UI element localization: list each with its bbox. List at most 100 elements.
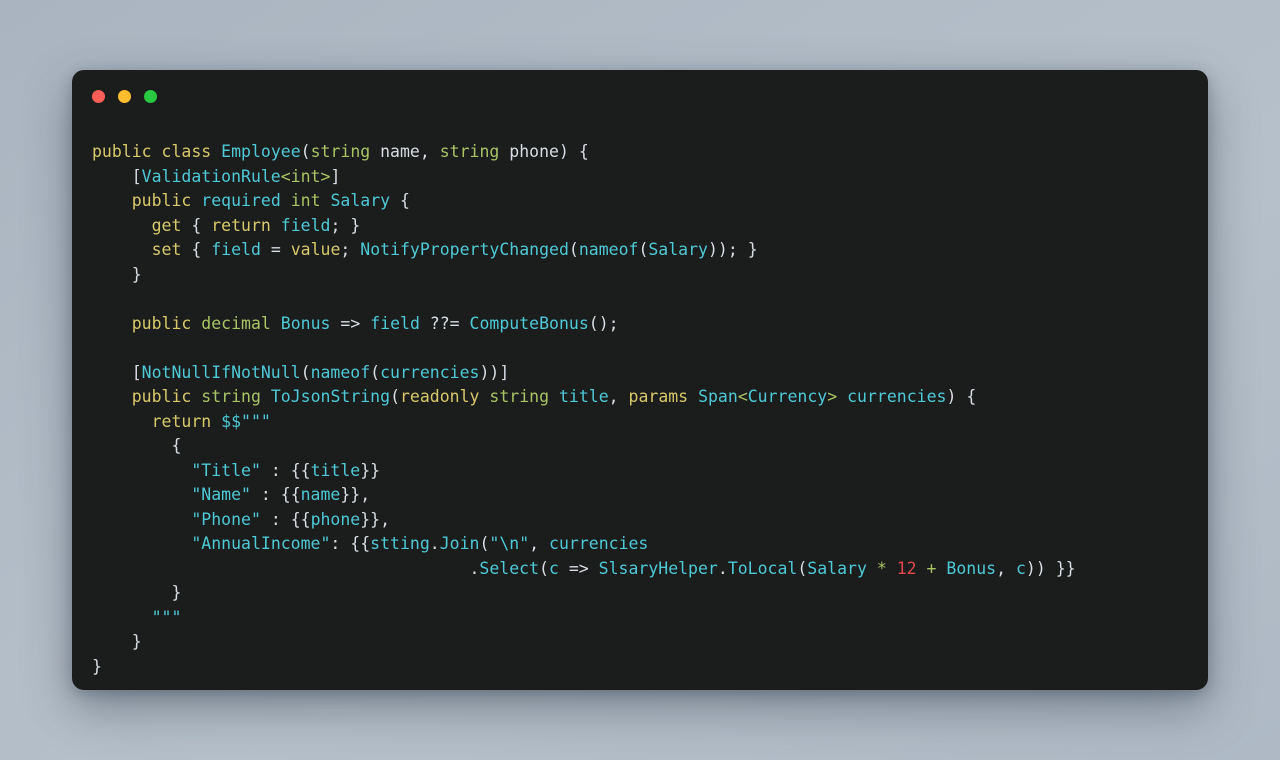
code-token: . — [92, 558, 480, 578]
code-token: name — [300, 485, 341, 504]
code-token: , — [419, 142, 440, 161]
code-token: ValidationRule — [141, 166, 281, 186]
code-token: ; } — [330, 215, 361, 235]
code-token: Salary — [330, 191, 391, 210]
window-titlebar — [72, 70, 1208, 122]
minimize-window-button[interactable] — [118, 89, 131, 103]
code-token: nameof — [578, 240, 639, 259]
code-line: } — [92, 632, 142, 651]
code-token: , — [529, 534, 550, 553]
code-token: int — [290, 191, 321, 210]
code-token: < — [280, 166, 291, 186]
code-token: )); } — [707, 240, 758, 259]
code-line: { — [92, 436, 181, 455]
code-line: "Phone" : {{phone}}, — [92, 510, 390, 529]
code-token: """ — [241, 411, 271, 431]
code-token: currencies — [549, 534, 649, 553]
code-token: Salary — [807, 558, 867, 578]
code-token: c — [548, 558, 559, 578]
code-token: Bonus — [946, 558, 997, 578]
code-token: { — [390, 191, 410, 210]
code-token: => — [330, 313, 371, 333]
code-token: ( — [300, 362, 311, 382]
screenshot-stage: public class Employee(string name, strin… — [0, 0, 1280, 760]
code-token: readonly — [400, 387, 480, 406]
code-token: stting — [370, 534, 430, 553]
code-token: * — [876, 558, 887, 578]
code-token: Span — [698, 387, 738, 406]
code-line: "Title" : {{title}} — [92, 461, 380, 480]
code-token: required — [201, 191, 281, 210]
code-token: public — [131, 313, 192, 333]
code-token: { — [181, 240, 212, 259]
code-token: public — [131, 387, 192, 406]
code-token: Join — [439, 534, 480, 553]
code-line: } — [92, 657, 102, 676]
code-token: . — [429, 534, 440, 553]
code-token: return — [211, 215, 271, 235]
code-token: : {{ — [260, 509, 311, 529]
source-code[interactable]: public class Employee(string name, strin… — [92, 140, 1188, 679]
code-token: (); — [588, 313, 619, 333]
code-line: "AnnualIncome": {{stting.Join("\n", curr… — [92, 534, 648, 553]
code-token: : {{ — [250, 485, 301, 504]
code-token: } — [92, 656, 102, 676]
code-token: < — [737, 387, 748, 406]
code-token: , — [996, 558, 1016, 578]
code-token: nameof — [310, 362, 371, 382]
maximize-window-button[interactable] — [144, 89, 157, 103]
code-token: }} — [360, 460, 381, 480]
code-token: set — [151, 240, 182, 259]
code-token: string — [201, 387, 261, 406]
code-token: params — [628, 387, 689, 406]
code-line: "Name" : {{name}}, — [92, 485, 370, 504]
code-token: }}, — [360, 509, 391, 529]
code-token: phone — [310, 509, 361, 529]
code-token: } — [92, 583, 182, 602]
code-token: currencies — [380, 362, 480, 382]
code-token: decimal — [201, 313, 271, 333]
code-token: SlsaryHelper — [598, 558, 718, 578]
code-token: public — [131, 191, 192, 210]
code-token: title — [310, 460, 361, 480]
close-window-button[interactable] — [92, 89, 105, 103]
code-token: ( — [300, 142, 311, 161]
code-token: ToLocal — [727, 558, 798, 578]
code-token: ) { — [558, 142, 589, 161]
code-token: field — [370, 313, 420, 333]
code-token: 12 — [896, 558, 917, 578]
code-editor-area[interactable]: public class Employee(string name, strin… — [72, 122, 1208, 690]
code-token: ComputeBonus — [469, 313, 589, 333]
code-token: ( — [797, 558, 808, 578]
code-token: "Name" — [191, 485, 251, 504]
code-token: class — [161, 142, 212, 161]
code-token: ( — [390, 387, 400, 406]
code-token: $$ — [221, 411, 242, 431]
code-token: ) { — [946, 387, 977, 406]
code-token: Employee — [221, 142, 301, 161]
code-token: ( — [370, 362, 381, 382]
code-token: value — [290, 240, 341, 259]
